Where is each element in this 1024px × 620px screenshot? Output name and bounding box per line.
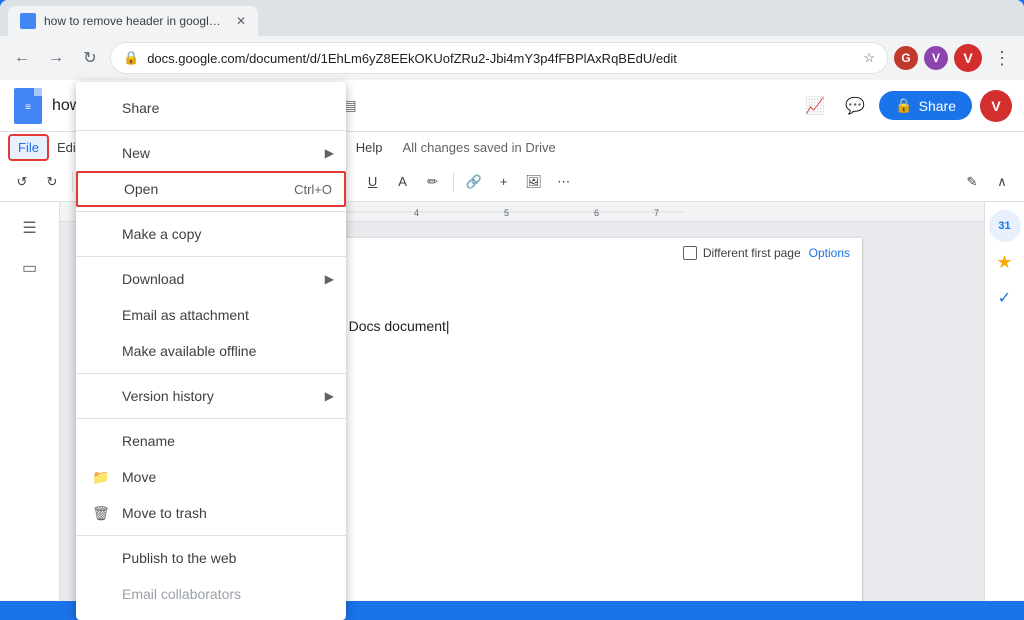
left-panel: ☰ ▭ [0, 202, 60, 601]
file-menu-email-label: Email as attachment [122, 307, 249, 323]
star-bookmark-icon[interactable]: ☆ [863, 50, 875, 66]
tab-favicon [20, 13, 36, 29]
svg-text:6: 6 [594, 208, 599, 218]
back-button[interactable]: ← [8, 44, 36, 72]
pages-icon[interactable]: ▭ [12, 250, 48, 286]
refresh-button[interactable]: ↻ [76, 44, 104, 72]
download-submenu-arrow: ▶ [325, 272, 334, 286]
right-panel: 31 ★ ✓ [984, 202, 1024, 601]
new-submenu-arrow: ▶ [325, 146, 334, 160]
lock-icon: 🔒 [123, 50, 139, 66]
different-first-page-label: Different first page [703, 246, 801, 260]
menu-item-help[interactable]: Help [348, 136, 391, 159]
more-toolbar-button[interactable]: ⋯ [550, 168, 578, 196]
header-options-area: Different first page Options [683, 246, 850, 260]
file-menu-rename[interactable]: Rename [76, 423, 346, 459]
address-bar[interactable]: 🔒 docs.google.com/document/d/1EhLm6yZ8EE… [110, 42, 888, 74]
tab-close-icon[interactable]: ✕ [236, 14, 246, 28]
browser-tab[interactable]: how to remove header in google docs ✕ [8, 6, 258, 36]
collapse-toolbar-button[interactable]: ∧ [988, 168, 1016, 196]
version-submenu-arrow: ▶ [325, 389, 334, 403]
profile-icon-1[interactable]: G [894, 46, 918, 70]
edit-mode-button[interactable]: ✎ [958, 168, 986, 196]
file-menu-trash-label: Move to trash [122, 505, 207, 521]
file-menu-new-label: New [122, 145, 150, 161]
svg-text:4: 4 [414, 208, 419, 218]
share-lock-icon: 🔒 [895, 97, 912, 114]
menu-item-file[interactable]: File [8, 134, 49, 161]
file-menu-download-label: Download [122, 271, 184, 287]
tasks-icon[interactable]: ✓ [989, 282, 1021, 314]
file-menu-email-collaborators: Email collaborators [76, 576, 346, 601]
file-menu-publish[interactable]: Publish to the web [76, 540, 346, 576]
tab-title: how to remove header in google docs [44, 14, 224, 28]
share-label: Share [919, 98, 956, 114]
different-first-page-checkbox[interactable] [683, 246, 697, 260]
file-menu-version-history[interactable]: Version history ▶ [76, 378, 346, 414]
file-menu-rename-label: Rename [122, 433, 175, 449]
svg-text:7: 7 [654, 208, 659, 218]
open-shortcut: Ctrl+O [294, 182, 332, 197]
file-menu-email-attachment[interactable]: Email as attachment [76, 297, 346, 333]
file-menu-open-label: Open [124, 181, 158, 197]
link-button[interactable]: 🔗 [460, 168, 488, 196]
outline-icon[interactable]: ☰ [12, 210, 48, 246]
file-menu-share[interactable]: Share [76, 90, 346, 126]
url-text: docs.google.com/document/d/1EhLm6yZ8EEkO… [147, 51, 855, 66]
profile-icon-2[interactable]: V [924, 46, 948, 70]
file-menu-email-collab-label: Email collaborators [122, 586, 241, 601]
different-first-page-option[interactable]: Different first page [683, 246, 801, 260]
trash-icon: 🗑 [92, 505, 110, 522]
file-menu-move[interactable]: 📁 Move [76, 459, 346, 495]
highlight-button[interactable]: ✏ [419, 168, 447, 196]
user-avatar[interactable]: V [980, 90, 1012, 122]
keep-icon[interactable]: ★ [989, 246, 1021, 278]
forward-button[interactable]: → [42, 44, 70, 72]
file-dropdown-menu: Share New ▶ Open Ctrl+O Make a copy [76, 82, 346, 601]
all-changes-saved: All changes saved in Drive [403, 140, 556, 155]
toolbar-separator-1 [72, 172, 73, 192]
more-options-button[interactable]: ⋮ [988, 44, 1016, 72]
file-menu-make-copy[interactable]: Make a copy [76, 216, 346, 252]
underline-button[interactable]: U [359, 168, 387, 196]
toolbar-separator-5 [453, 172, 454, 192]
insert-special-button[interactable]: + [490, 168, 518, 196]
file-menu-offline[interactable]: Make available offline [76, 333, 346, 369]
undo-button[interactable]: ↺ [8, 168, 36, 196]
folder-move-icon: 📁 [92, 469, 110, 486]
file-menu-download[interactable]: Download ▶ [76, 261, 346, 297]
svg-text:5: 5 [504, 208, 509, 218]
file-menu-publish-label: Publish to the web [122, 550, 236, 566]
profile-icon-3[interactable]: V [954, 44, 982, 72]
file-menu-copy-label: Make a copy [122, 226, 201, 242]
file-menu-offline-label: Make available offline [122, 343, 256, 359]
insert-image-button[interactable]: 🖼 [520, 168, 548, 196]
redo-button[interactable]: ↻ [38, 168, 66, 196]
options-link[interactable]: Options [809, 246, 850, 260]
comments-button[interactable]: 💬 [839, 90, 871, 122]
text-color-button[interactable]: A [389, 168, 417, 196]
calendar-icon[interactable]: 31 [989, 210, 1021, 242]
file-menu-open[interactable]: Open Ctrl+O [76, 171, 346, 207]
share-button[interactable]: 🔒 Share [879, 91, 972, 120]
file-menu-share-label: Share [122, 100, 159, 116]
docs-logo: ≡ [12, 86, 44, 126]
file-menu-move-label: Move [122, 469, 156, 485]
file-menu-trash[interactable]: 🗑 Move to trash [76, 495, 346, 531]
file-menu-new[interactable]: New ▶ [76, 135, 346, 171]
file-menu-version-label: Version history [122, 388, 214, 404]
analytics-button[interactable]: 📈 [799, 90, 831, 122]
